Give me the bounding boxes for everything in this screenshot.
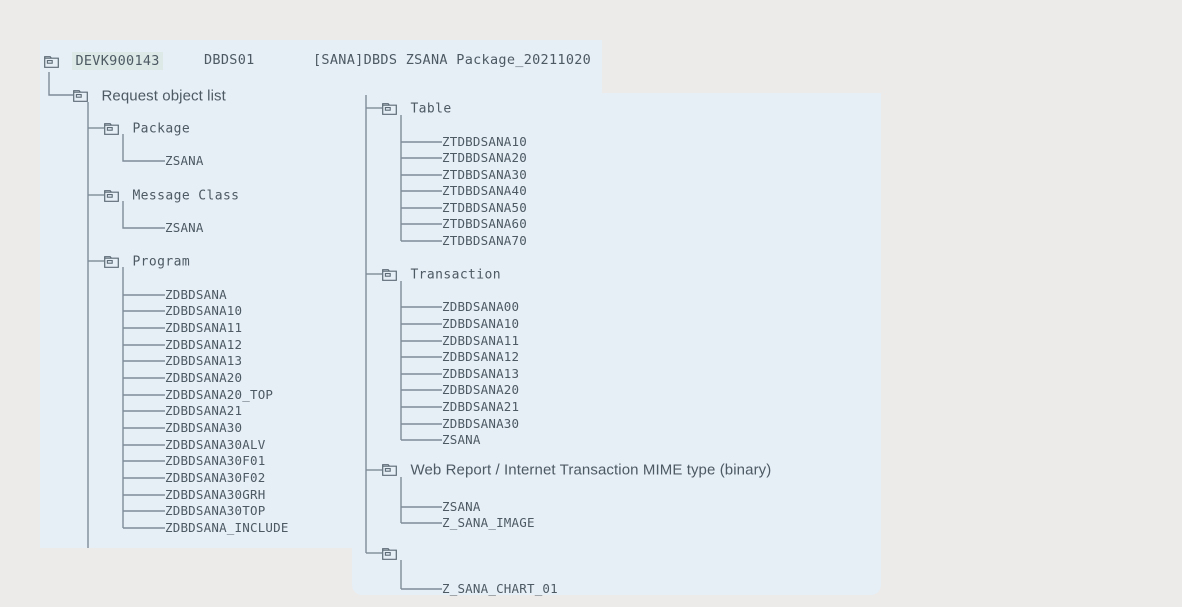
right-column-panel	[352, 93, 881, 595]
tree-leaf-item[interactable]: ZDBDSANA_INCLUDE	[165, 521, 289, 535]
folder-icon	[44, 55, 59, 68]
tree-leaf-item[interactable]: ZTDBDSANA40	[442, 184, 527, 198]
folder-icon	[73, 89, 88, 102]
tree-leaf-item[interactable]: ZDBDSANA30	[442, 417, 519, 431]
tree-leaf-item[interactable]: ZDBDSANA10	[165, 304, 242, 318]
folder-icon	[104, 189, 119, 202]
tree-leaf-item[interactable]: ZDBDSANA30F01	[165, 454, 265, 468]
tree-leaf-item[interactable]: ZSANA	[165, 154, 204, 168]
tree-leaf-item[interactable]: Z_SANA_CHART_01	[442, 582, 558, 596]
tree-node-label: Message Class	[132, 188, 240, 204]
tree-leaf-item[interactable]: ZSANA	[442, 433, 481, 447]
tree-leaf-item[interactable]: ZTDBDSANA60	[442, 217, 527, 231]
tree-node-transaction[interactable]: Transaction	[382, 267, 501, 283]
tree-leaf-item[interactable]: ZSANA	[165, 221, 204, 235]
folder-icon	[382, 463, 397, 476]
tree-leaf-item[interactable]: ZDBDSANA10	[442, 317, 519, 331]
tree-node-label: Transaction	[410, 267, 501, 283]
request-description: [SANA]DBDS ZSANA Package_20211020	[313, 52, 592, 68]
folder-icon	[104, 255, 119, 268]
tree-leaf-item[interactable]: ZDBDSANA21	[442, 400, 519, 414]
folder-icon	[382, 268, 397, 281]
tree-leaf-item[interactable]: ZDBDSANA30F02	[165, 471, 265, 485]
tree-node-table[interactable]: Table	[382, 101, 452, 117]
tree-leaf-item[interactable]: ZDBDSANA30ALV	[165, 438, 265, 452]
tree-leaf-item[interactable]: ZDBDSANA30GRH	[165, 488, 265, 502]
tree-node-program[interactable]: Program	[104, 254, 190, 270]
tree-node-message-class[interactable]: Message Class	[104, 188, 239, 204]
tree-leaf-item[interactable]: ZTDBDSANA10	[442, 135, 527, 149]
request-id: DEVK900143	[72, 52, 163, 70]
system-id: DBDS01	[204, 52, 255, 68]
transport-request-header[interactable]: DEVK900143	[44, 52, 163, 71]
folder-icon	[382, 102, 397, 115]
tree-leaf-item[interactable]: ZTDBDSANA50	[442, 201, 527, 215]
tree-leaf-item[interactable]: ZDBDSANA12	[442, 350, 519, 364]
tree-leaf-item[interactable]: ZDBDSANA	[165, 288, 227, 302]
tree-leaf-item[interactable]: ZDBDSANA20	[165, 371, 242, 385]
tree-leaf-item[interactable]: ZTDBDSANA20	[442, 151, 527, 165]
tree-node-label: Web Report / Internet Transaction MIME t…	[410, 461, 772, 479]
tree-node-web-report-mime-type[interactable]: Web Report / Internet Transaction MIME t…	[382, 462, 771, 478]
tree-leaf-item[interactable]: ZTDBDSANA30	[442, 168, 527, 182]
tree-leaf-item[interactable]: ZDBDSANA13	[442, 367, 519, 381]
tree-node-label: Table	[410, 101, 452, 117]
tree-node-request-object-list[interactable]: Request object list	[73, 88, 226, 104]
tree-leaf-item[interactable]: ZDBDSANA21	[165, 404, 242, 418]
tree-leaf-item[interactable]: ZDBDSANA12	[165, 338, 242, 352]
tree-leaf-item[interactable]: ZTDBDSANA70	[442, 234, 527, 248]
tree-node-label: Request object list	[101, 87, 226, 105]
tree-node-unnamed-folder[interactable]	[382, 546, 406, 562]
folder-icon	[104, 122, 119, 135]
tree-leaf-item[interactable]: ZDBDSANA00	[442, 300, 519, 314]
tree-leaf-item[interactable]: Z_SANA_IMAGE	[442, 516, 535, 530]
tree-leaf-item[interactable]: ZDBDSANA30TOP	[165, 504, 265, 518]
tree-leaf-item[interactable]: ZDBDSANA13	[165, 354, 242, 368]
tree-leaf-item[interactable]: ZDBDSANA20	[442, 383, 519, 397]
tree-leaf-item[interactable]: ZDBDSANA30	[165, 421, 242, 435]
folder-icon	[382, 547, 397, 560]
tree-leaf-item[interactable]: ZDBDSANA11	[442, 334, 519, 348]
tree-leaf-item[interactable]: ZSANA	[442, 500, 481, 514]
tree-leaf-item[interactable]: ZDBDSANA20_TOP	[165, 388, 273, 402]
tree-leaf-item[interactable]: ZDBDSANA11	[165, 321, 242, 335]
tree-node-label: Package	[132, 121, 191, 137]
tree-node-label: Program	[132, 254, 191, 270]
tree-node-package[interactable]: Package	[104, 121, 190, 137]
